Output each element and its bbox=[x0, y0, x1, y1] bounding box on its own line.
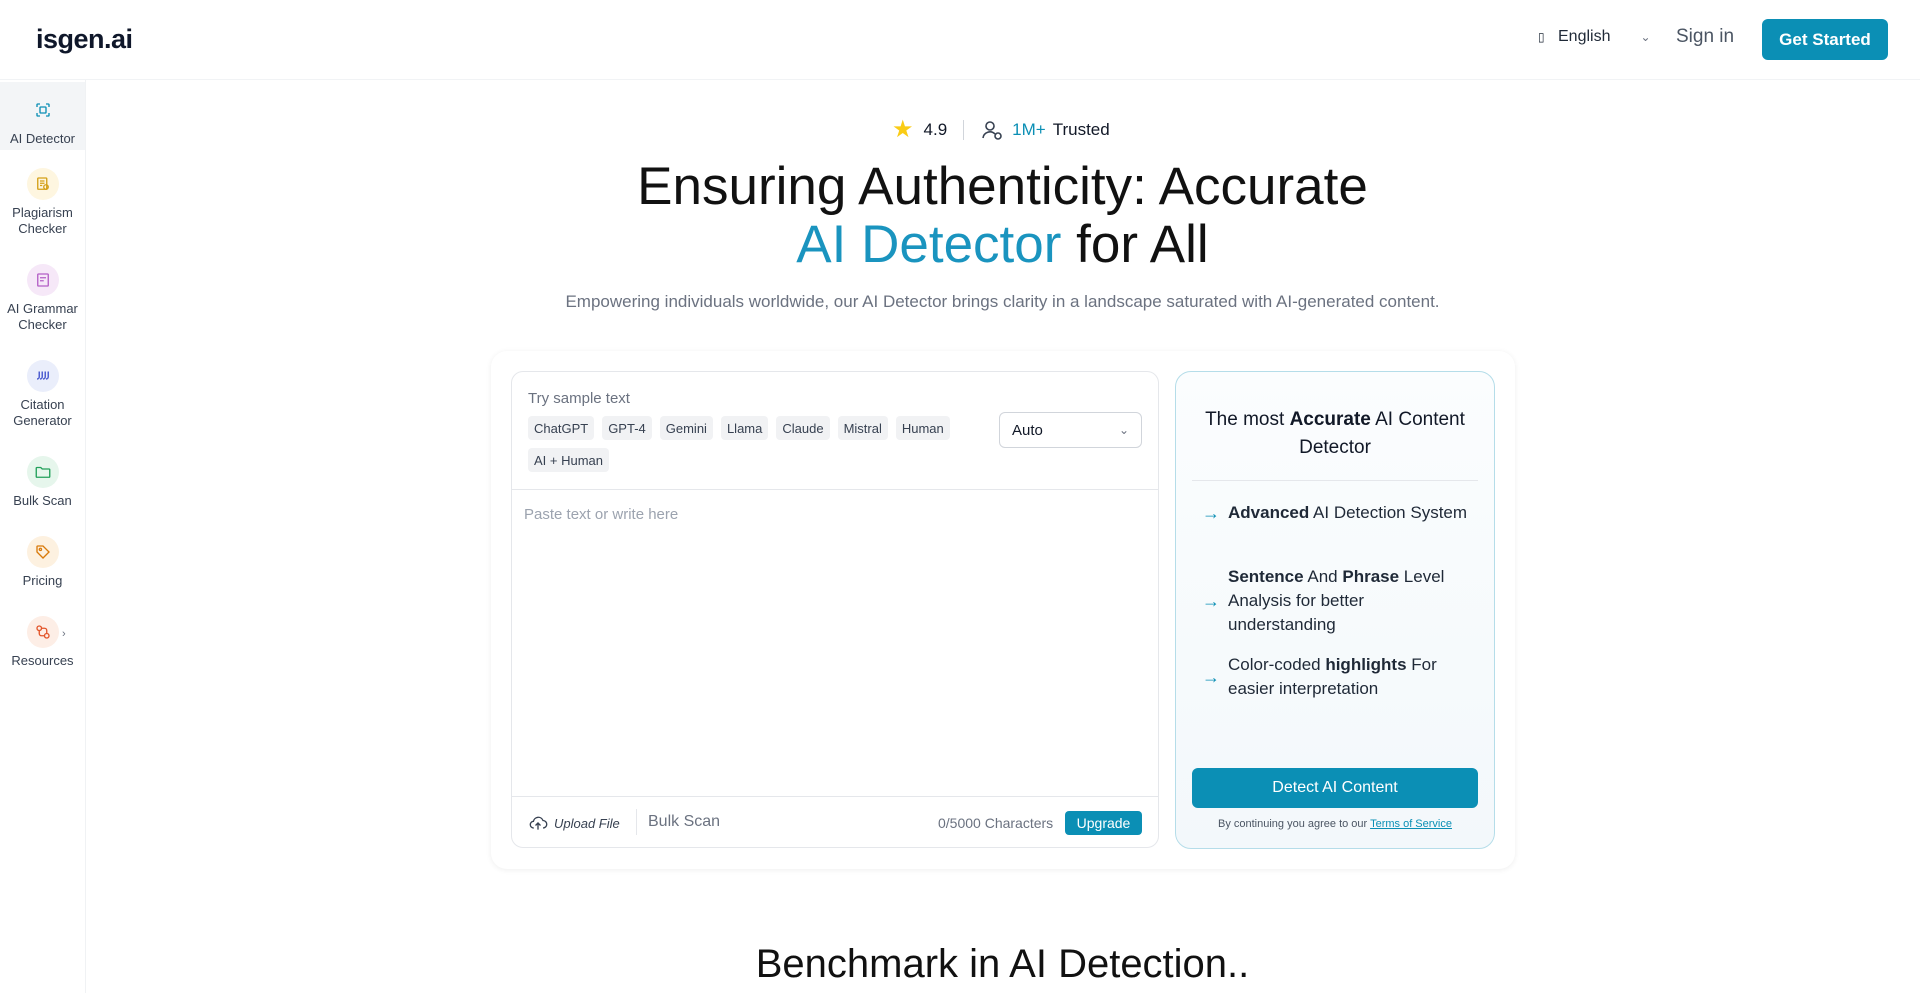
signin-link[interactable]: Sign in bbox=[1676, 26, 1734, 48]
chevron-down-icon: ⌄ bbox=[1640, 30, 1651, 44]
sidebar-item-label: Bulk Scan bbox=[13, 493, 72, 508]
sidebar-item-bulk-scan[interactable]: Bulk Scan bbox=[0, 456, 85, 509]
feature-item: → Color-coded highlights For easier inte… bbox=[1202, 653, 1472, 701]
feature-rest: AI Detection System bbox=[1309, 503, 1468, 522]
feature-mid: And bbox=[1303, 567, 1343, 586]
ai-detector-icon bbox=[27, 94, 59, 126]
bulk-scan-button[interactable]: Bulk Scan bbox=[648, 813, 720, 831]
users-count: 1M+ bbox=[1012, 120, 1046, 139]
upload-label: Upload File bbox=[554, 815, 620, 831]
chevron-down-icon: ⌄ bbox=[1118, 423, 1129, 437]
sidebar-item-label: Pricing bbox=[22, 573, 63, 588]
model-select[interactable]: Auto ⌄ bbox=[999, 412, 1142, 448]
rating-value: 4.9 bbox=[923, 120, 948, 139]
feature-text: Color-coded highlights For easier interp… bbox=[1228, 653, 1472, 701]
user-icon bbox=[982, 121, 1002, 140]
model-select-value: Auto bbox=[1012, 421, 1043, 439]
sidebar-item-resources[interactable]: › Resources bbox=[0, 616, 85, 669]
text-input[interactable]: Paste text or write here bbox=[524, 506, 678, 523]
feature-bold: highlights bbox=[1325, 655, 1407, 674]
logo[interactable]: isgen.ai bbox=[36, 24, 133, 55]
arrow-right-icon: → bbox=[1202, 503, 1220, 523]
star-icon: ★ bbox=[892, 116, 914, 143]
upgrade-button[interactable]: Upgrade bbox=[1065, 811, 1142, 835]
divider bbox=[636, 809, 637, 835]
quote-icon bbox=[26, 360, 59, 392]
upload-file-button[interactable]: Upload File bbox=[528, 813, 620, 833]
chip-chatgpt[interactable]: ChatGPT bbox=[528, 416, 595, 440]
arrow-right-icon: → bbox=[1202, 667, 1220, 687]
sidebar-item-label: Citation Generator bbox=[13, 397, 72, 428]
cloud-upload-icon bbox=[529, 816, 548, 830]
panel-title-bold: Accurate bbox=[1289, 409, 1371, 430]
sidebar-item-ai-detector[interactable]: AI Detector bbox=[0, 82, 85, 150]
subtitle: Empowering individuals worldwide, our AI… bbox=[565, 292, 1440, 311]
language-selector[interactable]: ▯ English ⌄ bbox=[1538, 28, 1651, 46]
panel-title: The most Accurate AI Content Detector bbox=[1176, 406, 1494, 462]
resources-icon bbox=[26, 616, 59, 648]
terms-notice: By continuing you agree to our Terms of … bbox=[1176, 818, 1494, 830]
tag-icon bbox=[26, 536, 59, 568]
title-rest: for All bbox=[1061, 215, 1209, 274]
sample-chips: ChatGPT GPT-4 Gemini Llama Claude Mistra… bbox=[528, 416, 998, 472]
divider bbox=[963, 120, 965, 140]
chip-claude[interactable]: Claude bbox=[776, 416, 830, 440]
arrow-right-icon: → bbox=[1202, 591, 1220, 611]
chip-human[interactable]: Human bbox=[895, 416, 950, 440]
terms-text: By continuing you agree to our bbox=[1218, 818, 1371, 830]
top-header: isgen.ai ▯ English ⌄ Sign in Get Started bbox=[0, 0, 1920, 80]
feature-bold: Sentence bbox=[1228, 567, 1304, 586]
chip-gpt4[interactable]: GPT-4 bbox=[602, 416, 652, 440]
rating-bar: ★ 4.9 1M+ Trusted bbox=[892, 118, 1110, 142]
divider bbox=[512, 489, 1158, 490]
folder-icon bbox=[26, 456, 59, 488]
chip-ai-human[interactable]: AI + Human bbox=[528, 448, 610, 472]
feature-item: → Advanced AI Detection System bbox=[1202, 501, 1472, 525]
feature-bold: Phrase bbox=[1342, 567, 1400, 586]
sample-label: Try sample text bbox=[528, 390, 630, 407]
chip-llama[interactable]: Llama bbox=[720, 416, 769, 440]
terms-link[interactable]: Terms of Service bbox=[1370, 818, 1452, 830]
chip-gemini[interactable]: Gemini bbox=[659, 416, 713, 440]
flag-icon: ▯ bbox=[1538, 30, 1545, 44]
benchmark-title: Benchmark in AI Detection.. bbox=[755, 942, 1250, 986]
title-accent: AI Detector bbox=[796, 215, 1062, 274]
sidebar-item-pricing[interactable]: Pricing bbox=[0, 536, 85, 589]
get-started-button[interactable]: Get Started bbox=[1762, 19, 1888, 60]
feature-bold: Advanced bbox=[1228, 503, 1310, 522]
feature-text: Advanced AI Detection System bbox=[1228, 501, 1467, 525]
chevron-right-icon: › bbox=[62, 628, 66, 640]
language-label: English bbox=[1558, 28, 1611, 45]
feature-item: → Sentence And Phrase Level Analysis for… bbox=[1202, 565, 1472, 637]
info-panel: The most Accurate AI Content Detector → … bbox=[1175, 371, 1495, 849]
sidebar-item-label: AI Detector bbox=[9, 131, 76, 146]
char-count: 0/5000 Characters bbox=[938, 815, 1054, 831]
chip-mistral[interactable]: Mistral bbox=[837, 416, 888, 440]
panel-title-pre: The most bbox=[1205, 409, 1290, 430]
page-title: Ensuring Authenticity: Accurate AI Detec… bbox=[0, 158, 1920, 274]
feature-text: Sentence And Phrase Level Analysis for b… bbox=[1228, 565, 1472, 637]
sidebar-item-citation[interactable]: Citation Generator bbox=[0, 360, 85, 429]
users-label: Trusted bbox=[1052, 120, 1110, 139]
divider bbox=[1192, 480, 1478, 481]
feature-pre: Color-coded bbox=[1228, 655, 1326, 674]
sidebar-item-label: Resources bbox=[11, 653, 74, 668]
title-line1: Ensuring Authenticity: Accurate bbox=[637, 157, 1368, 216]
editor-footer: Upload File Bulk Scan 0/5000 Characters … bbox=[512, 797, 1158, 847]
detect-ai-button[interactable]: Detect AI Content bbox=[1192, 768, 1478, 808]
text-editor: Try sample text ChatGPT GPT-4 Gemini Lla… bbox=[511, 371, 1159, 848]
